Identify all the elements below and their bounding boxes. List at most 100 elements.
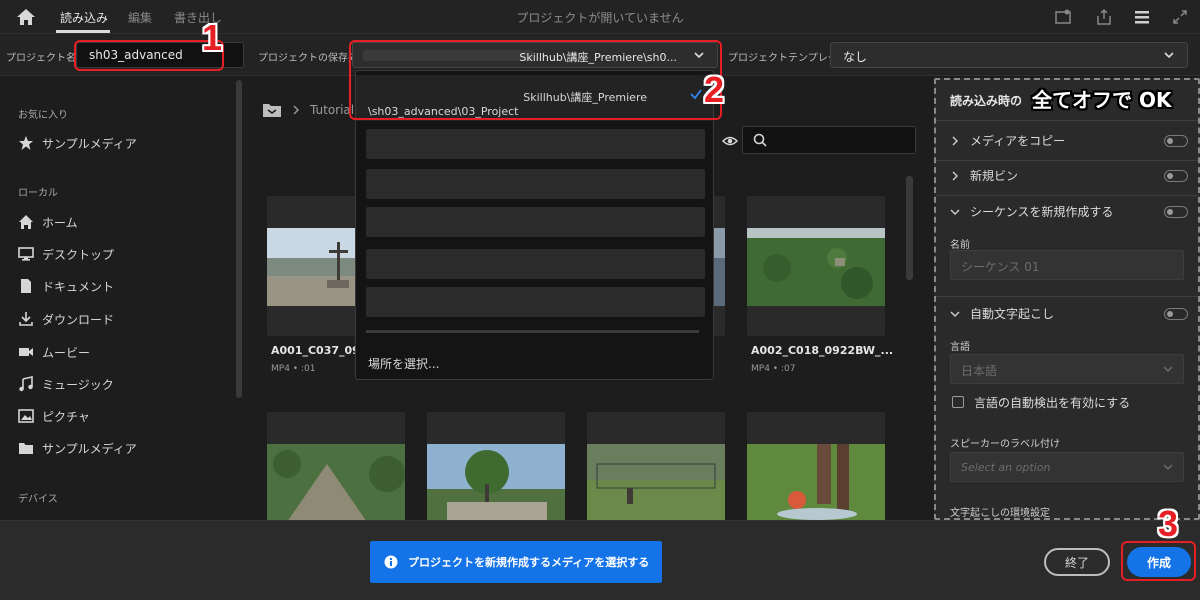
- sidebar-item-label: ムービー: [42, 345, 91, 360]
- new-sequence-toggle[interactable]: [1164, 206, 1188, 218]
- search-icon: [753, 133, 767, 147]
- dropdown-option-blurred[interactable]: [366, 207, 705, 237]
- share-icon[interactable]: [1095, 8, 1113, 26]
- sidebar-item-sample-media[interactable]: サンプルメディア: [18, 437, 137, 459]
- dropdown-option-blurred[interactable]: [366, 169, 705, 199]
- sequence-name-label: 名前: [950, 240, 970, 251]
- sidebar-item-sample-media-favorite[interactable]: サンプルメディア: [18, 132, 137, 154]
- speaker-label-label: スピーカーのラベル付け: [950, 439, 1060, 450]
- thumbnail-image: [587, 444, 725, 522]
- chevron-right-icon: [952, 136, 958, 145]
- premiere-import-screen: 読み込み 編集 書き出し プロジェクトが開いていません プロジェクト名 sh03…: [0, 0, 1200, 600]
- thumbnail-title: A001_C037_092: [271, 344, 368, 357]
- auto-detect-language-label: 言語の自動検出を有効にする: [974, 396, 1131, 410]
- star-icon: [19, 136, 33, 150]
- choose-location-option[interactable]: 場所を選択...: [368, 355, 439, 372]
- auto-caption-label: 自動文字起こし: [970, 307, 1055, 321]
- copy-media-row[interactable]: メディアをコピー: [950, 132, 1065, 149]
- document-icon: [21, 279, 31, 293]
- download-icon: [19, 312, 33, 326]
- thumbnail-image: [747, 444, 885, 522]
- picture-icon: [18, 409, 34, 423]
- annotation-number-2: 2: [704, 69, 725, 110]
- annotation-box-2: [349, 40, 722, 120]
- eye-icon[interactable]: [722, 133, 738, 149]
- speaker-label-placeholder: Select an option: [961, 461, 1051, 474]
- auto-caption-row[interactable]: 自動文字起こし: [950, 305, 1054, 322]
- annotation-box-3: [1121, 541, 1196, 581]
- project-template-select[interactable]: なし: [830, 42, 1188, 68]
- screen-record-icon[interactable]: [1054, 8, 1072, 26]
- sidebar-item-home[interactable]: ホーム: [18, 211, 78, 233]
- chevron-right-icon: [293, 105, 299, 115]
- sidebar-item-label: サンプルメディア: [42, 441, 137, 456]
- thumbnail-title: A002_C018_0922BW_...: [751, 344, 894, 357]
- new-bin-row[interactable]: 新規ビン: [950, 167, 1018, 184]
- chevron-down-icon: [1163, 464, 1173, 470]
- copy-media-label: メディアをコピー: [970, 134, 1066, 148]
- divider: [936, 296, 1198, 297]
- movie-icon: [19, 348, 33, 356]
- workspace-menu-icon[interactable]: [1133, 8, 1151, 26]
- sequence-name-input[interactable]: シーケンス 01: [950, 250, 1184, 280]
- favorites-section-title: お気に入り: [18, 110, 68, 121]
- chevron-down-icon: [1163, 366, 1173, 372]
- breadcrumb-current[interactable]: Tutorial: [310, 103, 354, 117]
- new-bin-label: 新規ビン: [970, 169, 1019, 183]
- new-sequence-label: シーケンスを新規作成する: [970, 205, 1114, 219]
- media-scrollbar[interactable]: [906, 176, 913, 280]
- tab-import[interactable]: 読み込み: [60, 9, 108, 26]
- search-input[interactable]: [742, 126, 916, 154]
- sidebar-item-movies[interactable]: ムービー: [18, 341, 90, 363]
- thumbnail-image: [267, 444, 405, 522]
- sidebar-item-label: ダウンロード: [42, 312, 115, 327]
- info-banner: プロジェクトを新規作成するメディアを選択する: [370, 541, 662, 583]
- sidebar-item-label: ミュージック: [42, 377, 114, 392]
- sidebar-item-documents[interactable]: ドキュメント: [18, 275, 114, 297]
- auto-detect-language-checkbox[interactable]: [952, 396, 964, 408]
- sidebar-item-downloads[interactable]: ダウンロード: [18, 308, 114, 330]
- chevron-down-icon: [950, 311, 960, 317]
- dropdown-option-blurred[interactable]: [366, 129, 705, 159]
- speaker-label-select[interactable]: Select an option: [950, 452, 1184, 482]
- thumbnail-image: [747, 228, 885, 306]
- transcription-settings-label[interactable]: 文字起こしの環境設定: [950, 504, 1050, 519]
- new-bin-toggle[interactable]: [1164, 170, 1188, 182]
- media-thumbnail-a002[interactable]: [747, 196, 885, 336]
- thumbnail-image: [427, 444, 565, 522]
- divider: [936, 160, 1198, 161]
- project-name-label: プロジェクト名: [6, 53, 76, 64]
- sidebar-item-label: ドキュメント: [42, 279, 115, 294]
- folder-icon[interactable]: [262, 102, 282, 118]
- sidebar-item-desktop[interactable]: デスクトップ: [18, 243, 114, 265]
- dropdown-option-blurred[interactable]: [366, 249, 705, 279]
- project-template-value: なし: [843, 50, 868, 64]
- copy-media-toggle[interactable]: [1164, 135, 1188, 147]
- new-sequence-row[interactable]: シーケンスを新規作成する: [950, 203, 1113, 220]
- info-icon: [384, 555, 398, 569]
- home-icon[interactable]: [16, 8, 36, 26]
- annotation-note: 全てオフで OK: [1032, 88, 1172, 112]
- thumbnail-meta: MP4 • :07: [751, 364, 796, 374]
- music-icon: [19, 376, 33, 392]
- annotation-number-1: 1: [202, 17, 223, 58]
- divider: [936, 195, 1198, 196]
- sidebar-scrollbar[interactable]: [236, 80, 242, 398]
- dropdown-option-blurred[interactable]: [366, 287, 705, 317]
- local-section-title: ローカル: [18, 188, 58, 199]
- save-location-label: プロジェクトの保存先: [258, 53, 358, 64]
- sequence-name-placeholder: シーケンス 01: [961, 260, 1040, 274]
- fullscreen-icon[interactable]: [1171, 8, 1189, 26]
- tab-edit[interactable]: 編集: [128, 9, 152, 26]
- quit-button[interactable]: 終了: [1044, 548, 1110, 576]
- sidebar-item-pictures[interactable]: ピクチャ: [18, 405, 90, 427]
- import-settings-panel: 読み込み時の 全てオフで OK メディアをコピー 新規ビン シーケンスを新規作成…: [934, 78, 1200, 520]
- language-value: 日本語: [961, 364, 998, 378]
- auto-caption-toggle[interactable]: [1164, 308, 1188, 320]
- sidebar-item-label: デスクトップ: [42, 247, 115, 262]
- language-label: 言語: [950, 342, 970, 353]
- language-select[interactable]: 日本語: [950, 354, 1184, 384]
- chevron-down-icon: [1164, 52, 1174, 59]
- sidebar-item-label: ホーム: [42, 215, 78, 230]
- sidebar-item-music[interactable]: ミュージック: [18, 373, 114, 395]
